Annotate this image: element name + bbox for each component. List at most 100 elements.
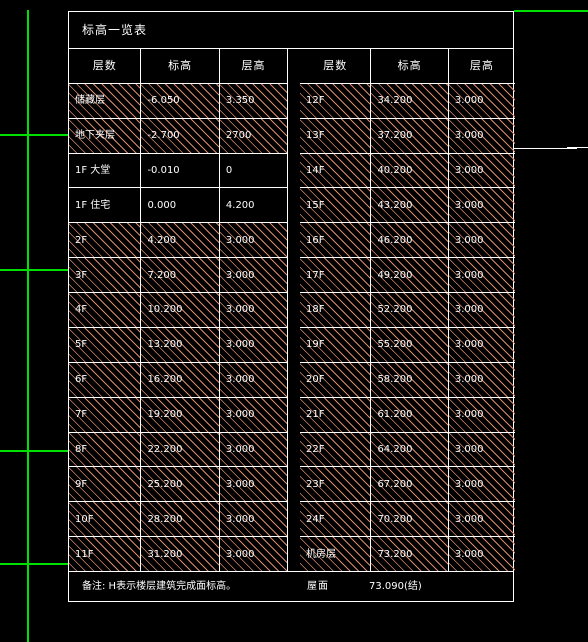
left-floor-cell: 5F — [69, 326, 142, 363]
right-elevation-cell: 37.200 — [370, 117, 449, 154]
right-elevation-cell: 55.200 — [370, 326, 449, 363]
right-floor-cell: 22F — [300, 431, 372, 468]
left-floor-cell: 9F — [69, 466, 142, 503]
left-floor-cell: 6F — [69, 361, 142, 398]
right-elevation-cell: 70.200 — [370, 501, 449, 538]
left-floor-cell: 11F — [69, 536, 142, 571]
left-elevation-cell: 25.200 — [140, 466, 220, 503]
right-elevation-cell: 61.200 — [370, 396, 449, 433]
table-row: 8F 22.200 3.000 — [69, 431, 287, 468]
right-floor-cell: 23F — [300, 466, 372, 503]
table-row: 13F 37.200 3.000 — [300, 117, 515, 154]
right-height-cell: 3.000 — [447, 396, 515, 433]
right-floor-cell: 20F — [300, 361, 372, 398]
left-elevation-cell: 31.200 — [140, 536, 220, 571]
table-row: 10F 28.200 3.000 — [69, 501, 287, 538]
right-floor-cell: 13F — [300, 117, 372, 154]
right-elevation-cell: 34.200 — [370, 82, 449, 119]
table-row: 15F 43.200 3.000 — [300, 187, 515, 224]
table-row: 12F 34.200 3.000 — [300, 82, 515, 119]
left-elevation-cell: 19.200 — [140, 396, 220, 433]
right-column-header: 层高 — [447, 49, 515, 84]
sub-table-right: 层数 标高 层高 12F 34.200 3.000 13F 37.200 3.000 14F 40.… — [300, 49, 515, 571]
table-row: 14F 40.200 3.000 — [300, 152, 515, 189]
left-floor-cell: 地下夹层 — [69, 117, 142, 154]
right-elevation-cell: 46.200 — [370, 222, 449, 259]
right-floor-cell: 14F — [300, 152, 372, 189]
table-header-row: 层数 标高 层高 — [300, 49, 515, 84]
table-header-row: 层数 标高 层高 — [69, 49, 287, 84]
right-height-cell: 3.000 — [447, 222, 515, 259]
left-height-cell: 3.000 — [218, 396, 287, 433]
table-row: 16F 46.200 3.000 — [300, 222, 515, 259]
grid-line-vertical — [27, 10, 29, 642]
right-elevation-cell: 43.200 — [370, 187, 449, 224]
right-height-cell: 3.000 — [447, 466, 515, 503]
table-row: 机房层 73.200 3.000 — [300, 536, 515, 571]
table-body-area: 层数 标高 层高 储藏层 -6.050 3.350 地下夹层 -2.700 2700 1F 大堂 -… — [69, 49, 515, 571]
left-floor-cell: 7F — [69, 396, 142, 433]
right-height-cell: 3.000 — [447, 117, 515, 154]
left-elevation-cell: 7.200 — [140, 257, 220, 294]
left-elevation-cell: 16.200 — [140, 361, 220, 398]
right-height-cell: 3.000 — [447, 82, 515, 119]
right-height-cell: 3.000 — [447, 152, 515, 189]
right-elevation-cell: 73.200 — [370, 536, 449, 571]
right-column-header: 标高 — [370, 49, 449, 84]
left-height-cell: 3.000 — [218, 536, 287, 571]
table-row: 22F 64.200 3.000 — [300, 431, 515, 468]
right-floor-cell: 18F — [300, 292, 372, 328]
table-row: 23F 67.200 3.000 — [300, 466, 515, 503]
right-height-cell: 3.000 — [447, 326, 515, 363]
left-height-cell: 3.000 — [218, 466, 287, 503]
note-row: 备注: H表示楼层建筑完成面标高。 屋面 73.090(结) — [69, 571, 513, 602]
left-elevation-cell: 0.000 — [140, 187, 220, 224]
left-height-cell: 3.000 — [218, 257, 287, 294]
table-row: 1F 住宅 0.000 4.200 — [69, 187, 287, 224]
note-text: 备注: H表示楼层建筑完成面标高。 — [82, 581, 237, 592]
table-row: 5F 13.200 3.000 — [69, 326, 287, 363]
left-height-cell: 3.000 — [218, 292, 287, 328]
left-column-header: 层高 — [218, 49, 287, 84]
right-elevation-cell: 52.200 — [370, 292, 449, 328]
right-elevation-cell: 58.200 — [370, 361, 449, 398]
left-elevation-cell: 4.200 — [140, 222, 220, 259]
left-floor-cell: 3F — [69, 257, 142, 294]
left-height-cell: 2700 — [218, 117, 287, 154]
left-floor-cell: 10F — [69, 501, 142, 538]
right-height-cell: 3.000 — [447, 292, 515, 328]
roof-label: 屋面 — [307, 581, 329, 592]
right-floor-cell: 21F — [300, 396, 372, 433]
table-row: 18F 52.200 3.000 — [300, 292, 515, 328]
right-floor-cell: 12F — [300, 82, 372, 119]
table-row: 19F 55.200 3.000 — [300, 326, 515, 363]
sub-table-left: 层数 标高 层高 储藏层 -6.050 3.350 地下夹层 -2.700 2700 1F 大堂 -… — [69, 49, 288, 571]
page-title: 标高一览表 — [82, 23, 148, 37]
left-elevation-cell: 13.200 — [140, 326, 220, 363]
table-row: 4F 10.200 3.000 — [69, 292, 287, 328]
right-height-cell: 3.000 — [447, 536, 515, 571]
left-elevation-cell: -6.050 — [140, 82, 220, 119]
right-elevation-cell: 67.200 — [370, 466, 449, 503]
cad-viewport: 标高一览表 层数 标高 层高 储藏层 -6.050 3.350 地下夹层 -2.700 2700… — [0, 0, 588, 642]
roof-value: 73.090(结) — [369, 581, 422, 592]
left-floor-cell: 4F — [69, 292, 142, 328]
left-elevation-cell: -2.700 — [140, 117, 220, 154]
right-elevation-cell: 64.200 — [370, 431, 449, 468]
right-height-cell: 3.000 — [447, 501, 515, 538]
left-height-cell: 3.350 — [218, 82, 287, 119]
table-row: 6F 16.200 3.000 — [69, 361, 287, 398]
table-title-row: 标高一览表 — [69, 12, 513, 49]
left-column-header: 标高 — [140, 49, 220, 84]
table-row: 20F 58.200 3.000 — [300, 361, 515, 398]
table-row: 2F 4.200 3.000 — [69, 222, 287, 259]
right-column-header: 层数 — [300, 49, 372, 84]
left-elevation-cell: -0.010 — [140, 152, 220, 189]
grid-line-horizontal — [0, 563, 68, 565]
left-floor-cell: 储藏层 — [69, 82, 142, 119]
left-height-cell: 3.000 — [218, 361, 287, 398]
table-row: 地下夹层 -2.700 2700 — [69, 117, 287, 154]
elevation-schedule-table: 标高一览表 层数 标高 层高 储藏层 -6.050 3.350 地下夹层 -2.700 2700… — [68, 11, 515, 602]
right-floor-cell: 24F — [300, 501, 372, 538]
table-row: 7F 19.200 3.000 — [69, 396, 287, 433]
